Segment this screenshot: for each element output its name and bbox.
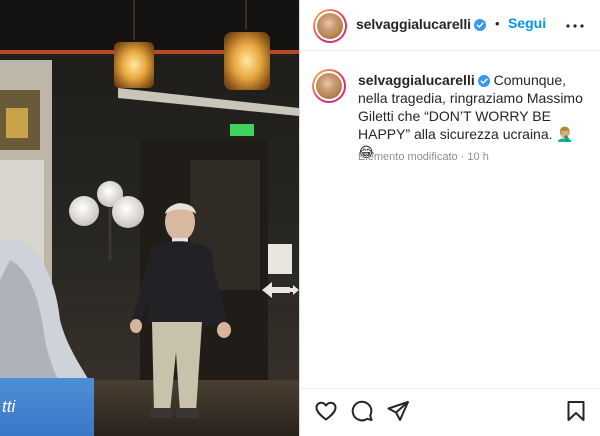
comment-button[interactable] [350,399,374,423]
post-header: selvaggialucarelli • Segui [300,0,600,51]
share-button[interactable] [386,399,410,423]
share-icon [387,401,409,421]
lamp-left [114,42,154,88]
header-separator-dot: • [495,16,500,31]
post-caption-comment: selvaggialucarelli Comunque, nella trage… [312,69,590,161]
comment-icon [351,400,373,422]
tv-caption-text: tti [2,397,16,416]
header-avatar[interactable] [313,9,347,43]
tv-caption-banner: tti [0,378,94,436]
comment-username[interactable]: selvaggialucarelli [358,72,475,88]
like-button[interactable] [314,399,338,423]
comment-meta: Elemento modificato · 10 h [358,151,489,163]
save-button[interactable] [564,399,588,423]
more-options-button[interactable] [563,0,587,51]
post-media-image[interactable]: tti [0,0,299,436]
post-actions-bar [300,388,600,436]
verified-badge-icon [477,75,490,88]
heart-icon [315,401,337,421]
media-scene [0,0,299,436]
verified-badge-icon [473,19,486,32]
header-username[interactable]: selvaggialucarelli [356,16,471,32]
post-sidebar: selvaggialucarelli • Segui selvaggialuca… [300,0,600,436]
comment-avatar[interactable] [312,69,346,103]
bookmark-icon [567,401,585,421]
lamp-right [224,32,270,90]
more-horizontal-icon [566,23,584,28]
instagram-post: tti selvaggialucarelli • Segui selvaggia… [0,0,600,436]
follow-button[interactable]: Segui [508,15,546,31]
header-username-row: selvaggialucarelli [356,16,486,32]
